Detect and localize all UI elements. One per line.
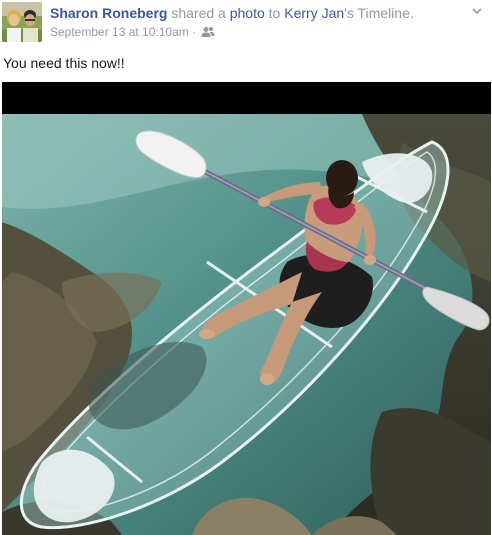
shared-photo-post: Sharon Roneberg shared a photo to Kerry … <box>0 0 492 535</box>
timeline-suffix: 's Timeline. <box>344 5 414 21</box>
author-avatar[interactable] <box>2 2 42 42</box>
chevron-down-icon[interactable] <box>470 4 484 18</box>
photo-image <box>2 82 491 535</box>
timeline-owner-link[interactable]: Kerry Jan <box>284 5 344 21</box>
avatar-image <box>2 2 42 42</box>
shared-photo[interactable] <box>2 82 491 535</box>
meta-separator: · <box>188 25 200 39</box>
action-text: shared a <box>167 5 230 21</box>
post-message: You need this now!! <box>3 55 125 71</box>
photo-link[interactable]: photo <box>230 5 265 21</box>
post-header: Sharon Roneberg shared a photo to Kerry … <box>50 4 414 22</box>
to-text: to <box>264 5 285 21</box>
post-meta: September 13 at 10:10am · <box>50 24 215 42</box>
author-name-link[interactable]: Sharon Roneberg <box>50 5 167 21</box>
post-timestamp[interactable]: September 13 at 10:10am <box>50 25 189 39</box>
friends-icon[interactable] <box>201 26 215 42</box>
